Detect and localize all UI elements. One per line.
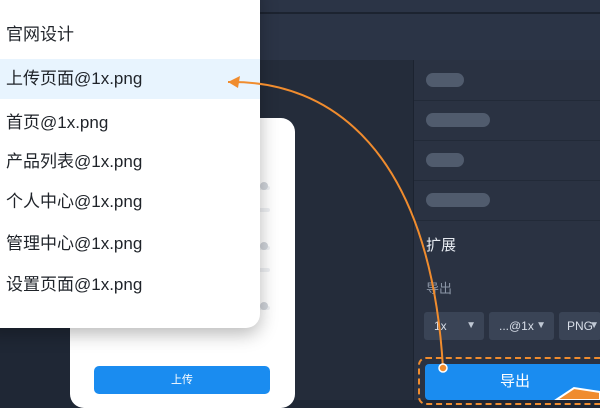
remove-file-icon[interactable] <box>260 242 268 250</box>
dropdown-item-selected[interactable]: 上传页面@1x.png <box>0 59 260 99</box>
property-row[interactable] <box>414 60 600 101</box>
export-button[interactable]: 导出 <box>425 364 600 400</box>
toolbar-divider <box>255 12 600 14</box>
remove-file-icon[interactable] <box>260 182 268 190</box>
property-placeholder <box>426 113 490 127</box>
upload-button[interactable]: 上传 <box>94 366 270 394</box>
property-placeholder <box>426 73 464 87</box>
extension-section-title: 扩展 <box>426 237 457 254</box>
dropdown-header: 官网设计 <box>6 25 74 44</box>
remove-file-icon[interactable] <box>260 302 268 310</box>
chevron-down-icon: ▼ <box>466 320 476 331</box>
property-row[interactable] <box>414 180 600 221</box>
export-subtitle: 导出 <box>426 281 453 296</box>
inspector-panel: 扩展 导出 1x ▼ ...@1x ▼ PNG ▼ <box>413 60 600 400</box>
property-row[interactable] <box>414 140 600 181</box>
property-placeholder <box>426 193 490 207</box>
scale-value: 1x <box>434 319 447 333</box>
chevron-down-icon: ▼ <box>536 320 546 331</box>
suffix-value: ...@1x <box>499 319 534 333</box>
property-placeholder <box>426 153 464 167</box>
dropdown-item[interactable]: 设置页面@1x.png <box>0 265 260 305</box>
dropdown-item[interactable]: 首页@1x.png <box>0 103 260 143</box>
chevron-down-icon: ▼ <box>589 320 599 331</box>
dropdown-item[interactable]: 产品列表@1x.png <box>0 142 260 182</box>
dropdown-item[interactable]: 个人中心@1x.png <box>0 182 260 222</box>
scale-select[interactable]: 1x ▼ <box>424 312 484 340</box>
file-dropdown: 官网设计 上传页面@1x.png 首页@1x.png 产品列表@1x.png 个… <box>0 0 260 328</box>
format-select[interactable]: PNG ▼ <box>559 312 600 340</box>
property-row[interactable] <box>414 100 600 141</box>
dropdown-item[interactable]: 管理中心@1x.png <box>0 224 260 264</box>
suffix-select[interactable]: ...@1x ▼ <box>489 312 554 340</box>
